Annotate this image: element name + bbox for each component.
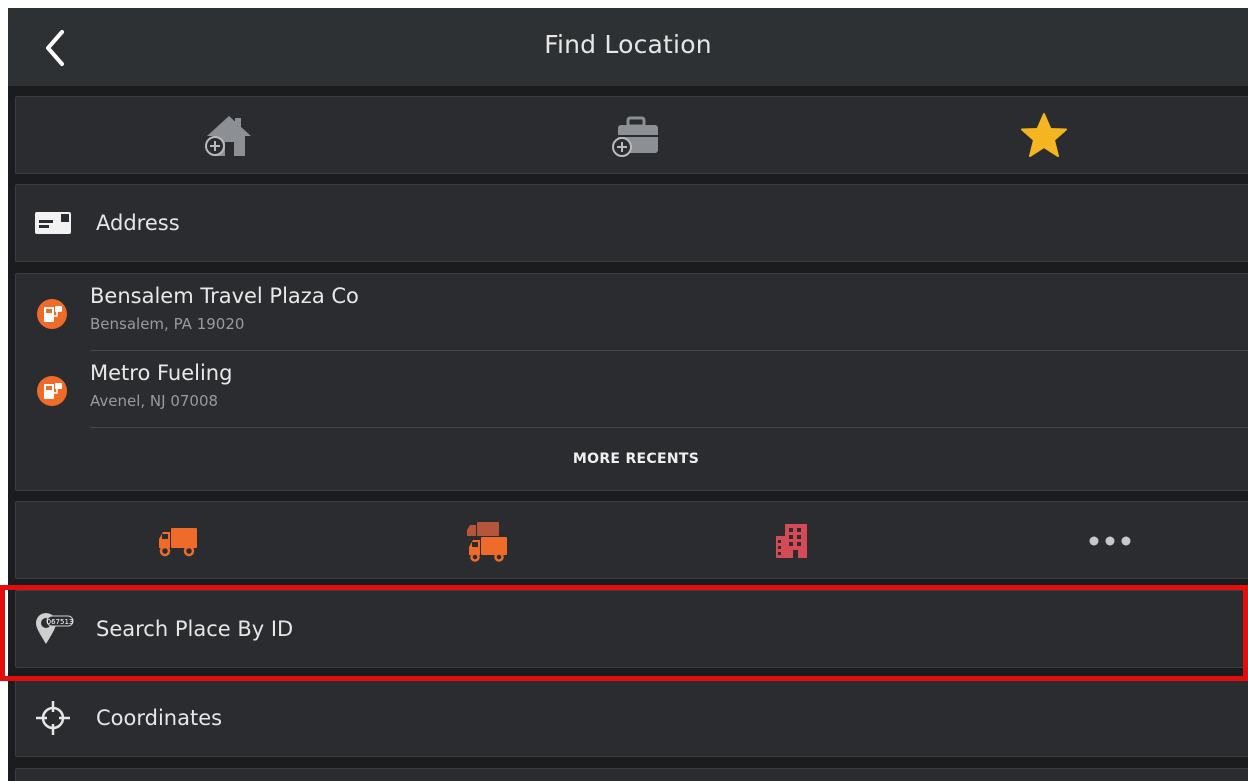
more-recents-button[interactable]: MORE RECENTS	[16, 428, 1248, 490]
search-place-by-id-label: Search Place By ID	[96, 617, 294, 641]
hotels-button[interactable]	[642, 502, 942, 580]
recent-item-address: Bensalem, PA 19020	[90, 315, 245, 333]
truck-services-button[interactable]	[335, 502, 635, 580]
crosshair-icon	[36, 701, 70, 735]
add-work-button[interactable]	[486, 97, 786, 175]
add-home-button[interactable]	[79, 97, 379, 175]
truck-icon	[159, 528, 197, 557]
recent-item[interactable]: Bensalem Travel Plaza Co Bensalem, PA 19…	[16, 274, 1248, 350]
star-icon	[1021, 113, 1067, 157]
category-row	[15, 501, 1248, 579]
fuel-station-icon	[37, 299, 67, 329]
address-label: Address	[96, 211, 180, 235]
recent-item-address: Avenel, NJ 07008	[90, 392, 219, 410]
recent-item-name: Bensalem Travel Plaza Co	[90, 284, 359, 308]
envelope-icon	[35, 212, 71, 234]
place-id-icon: 067513	[36, 613, 74, 644]
building-icon	[776, 524, 807, 558]
home-plus-icon	[205, 116, 251, 156]
coordinates-row[interactable]: Coordinates	[15, 679, 1248, 757]
find-location-screen: Find Location Address Bensalem Travel Pl…	[8, 8, 1248, 781]
list-item[interactable]	[15, 768, 1248, 781]
favorites-button[interactable]	[894, 97, 1194, 175]
more-categories-button[interactable]	[960, 502, 1248, 580]
more-dots-icon	[1089, 536, 1131, 546]
address-row[interactable]: Address	[15, 184, 1248, 262]
briefcase-plus-icon	[612, 116, 658, 157]
recents-list: Bensalem Travel Plaza Co Bensalem, PA 19…	[15, 273, 1248, 491]
coordinates-label: Coordinates	[96, 706, 223, 730]
fuel-station-icon	[37, 376, 67, 406]
recent-item-name: Metro Fueling	[90, 361, 233, 385]
place-id-badge: 067513	[47, 618, 74, 626]
page-title: Find Location	[544, 30, 712, 59]
search-place-by-id-row[interactable]: 067513 Search Place By ID	[15, 590, 1248, 668]
header-bar: Find Location	[8, 8, 1248, 86]
quick-actions-row	[15, 96, 1248, 174]
trucks-icon	[467, 522, 507, 562]
truck-stops-button[interactable]	[28, 502, 328, 580]
recent-item[interactable]: Metro Fueling Avenel, NJ 07008	[16, 351, 1248, 427]
